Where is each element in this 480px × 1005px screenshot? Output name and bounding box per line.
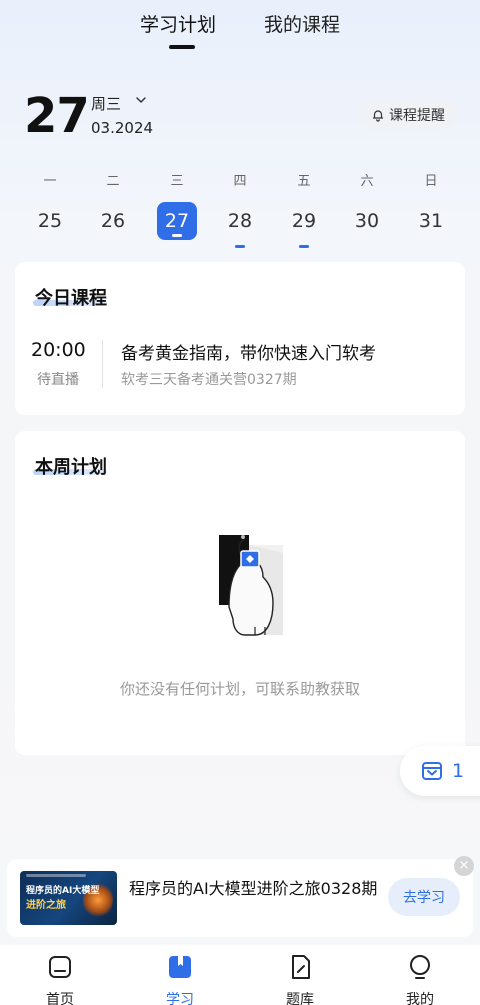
- course-name[interactable]: 备考黄金指南，带你快速入门软考: [121, 339, 376, 364]
- promo-title[interactable]: 程序员的AI大模型进阶之旅0328期: [129, 875, 377, 899]
- course-reminder-button[interactable]: 课程提醒: [360, 99, 456, 130]
- nav-study[interactable]: 学习: [150, 953, 210, 1005]
- day-number[interactable]: 31: [411, 202, 451, 240]
- nav-label: 我的: [406, 992, 434, 1005]
- day-number[interactable]: 28: [220, 202, 260, 248]
- book-icon: [169, 956, 191, 978]
- nav-profile[interactable]: 我的: [390, 953, 450, 1005]
- go-study-button[interactable]: 去学习: [388, 878, 460, 916]
- today-course-title: 今日课程: [35, 288, 107, 309]
- weekday-label: 六: [360, 174, 374, 189]
- promo-thumbnail[interactable]: 程序员的AI大模型 进阶之旅: [20, 871, 117, 925]
- day-col-tue[interactable]: 二 26: [93, 170, 133, 240]
- day-col-sat[interactable]: 六 30: [347, 170, 387, 240]
- course-status: 待直播: [37, 372, 79, 388]
- close-icon[interactable]: ×: [454, 856, 474, 876]
- tab-active-indicator: [169, 45, 195, 49]
- inbox-icon: [422, 762, 442, 780]
- weekday-label: 二: [106, 174, 120, 189]
- date-month: 03.2024: [91, 119, 154, 137]
- today-course-card: 今日课程 20:00 待直播 备考黄金指南，带你快速入门软考 软考三天备考通关营…: [15, 262, 465, 415]
- top-tab-bar: 学习计划 我的课程: [0, 0, 480, 60]
- home-icon: [49, 956, 71, 978]
- empty-state-text: 你还没有任何计划，可联系助教获取: [119, 680, 360, 698]
- date-weekday[interactable]: 周三: [91, 93, 121, 114]
- thumb-subtitle: 进阶之旅: [26, 900, 66, 911]
- thumb-title: 程序员的AI大模型: [26, 886, 100, 896]
- nav-label: 学习: [166, 992, 194, 1005]
- empty-state-illustration: [219, 535, 283, 636]
- reminder-label: 课程提醒: [389, 107, 445, 124]
- day-col-sun[interactable]: 日 31: [411, 170, 451, 240]
- course-time: 20:00: [31, 339, 86, 361]
- divider: [102, 340, 103, 388]
- weekday-label: 五: [297, 174, 311, 189]
- chevron-down-icon[interactable]: [134, 93, 148, 107]
- course-dot: [172, 234, 182, 237]
- day-number[interactable]: 29: [284, 202, 324, 248]
- nav-home[interactable]: 首页: [30, 953, 90, 1005]
- tab-my-courses[interactable]: 我的课程: [264, 10, 340, 37]
- weekly-plan-title: 本周计划: [35, 457, 107, 478]
- edit-icon: [292, 955, 310, 979]
- course-dot: [299, 245, 309, 248]
- bell-icon: [372, 109, 384, 122]
- weekly-plan-card: 本周计划 你还没有任何计划，可联系助教获取: [15, 431, 465, 755]
- day-number[interactable]: 30: [347, 202, 387, 240]
- course-dot: [235, 245, 245, 248]
- profile-icon: [410, 955, 430, 979]
- weekday-label: 三: [170, 174, 184, 189]
- day-number-selected[interactable]: 27: [157, 202, 197, 240]
- thumb-topline: [26, 874, 86, 877]
- day-col-fri[interactable]: 五 29: [284, 170, 324, 248]
- weekday-label: 一: [43, 174, 57, 189]
- day-number[interactable]: 26: [93, 202, 133, 240]
- inbox-count: 1: [452, 760, 465, 782]
- week-calendar: 一 25 二 26 三 27 四 28 五 29 六 30 日 31: [18, 170, 462, 248]
- bottom-tab-bar: 首页 学习 题库 我的: [0, 945, 480, 1005]
- course-subtitle: 软考三天备考通关营0327期: [121, 372, 297, 388]
- weekday-label: 日: [424, 174, 438, 189]
- tab-study-plan[interactable]: 学习计划: [140, 10, 216, 37]
- weekday-label: 四: [233, 174, 247, 189]
- nav-label: 首页: [46, 992, 74, 1005]
- promo-banner[interactable]: 程序员的AI大模型 进阶之旅 程序员的AI大模型进阶之旅0328期 去学习 ×: [7, 856, 474, 937]
- day-col-thu[interactable]: 四 28: [220, 170, 260, 248]
- day-col-wed[interactable]: 三 27: [157, 170, 197, 240]
- nav-question-bank[interactable]: 题库: [270, 953, 330, 1005]
- floating-inbox-button[interactable]: 1: [400, 746, 480, 796]
- day-col-mon[interactable]: 一 25: [30, 170, 70, 240]
- nav-label: 题库: [286, 992, 314, 1005]
- day-number[interactable]: 25: [30, 202, 70, 240]
- date-day: 27: [24, 88, 90, 144]
